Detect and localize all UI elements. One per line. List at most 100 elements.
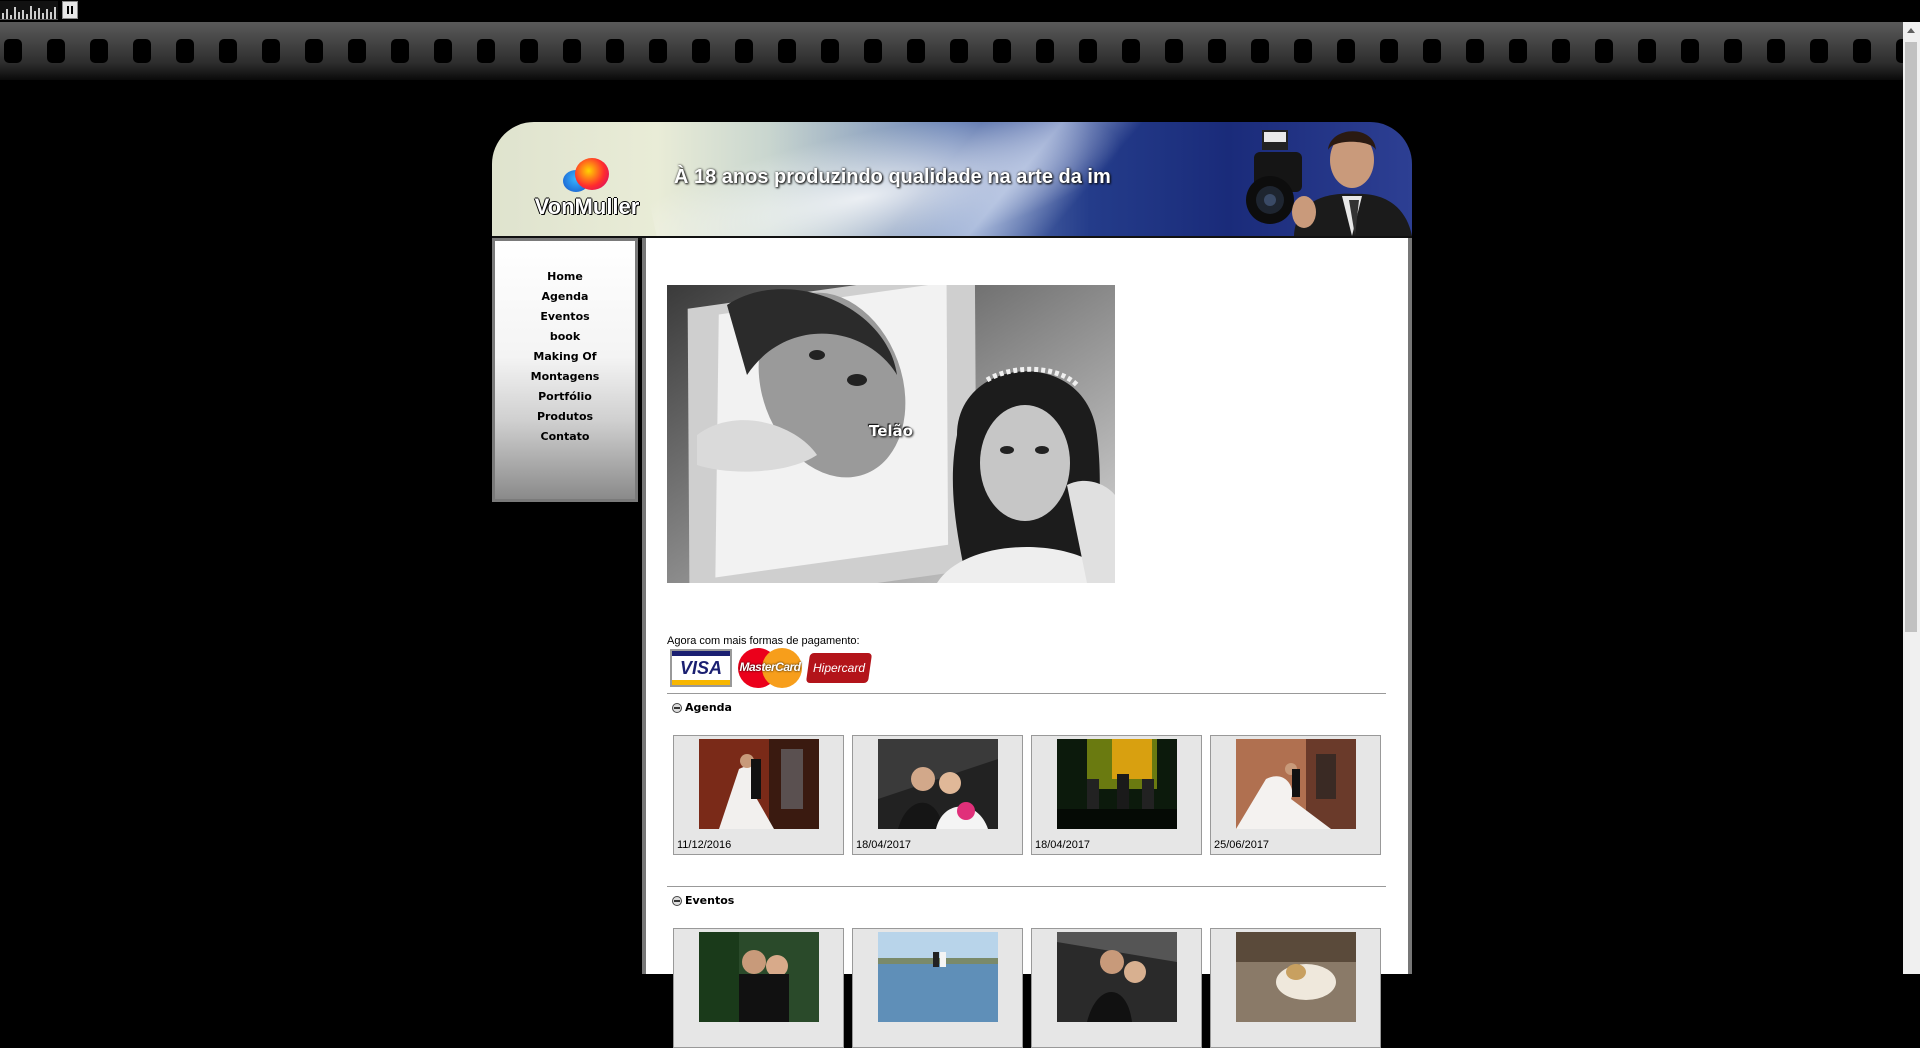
nav-item-book[interactable]: book: [495, 327, 635, 347]
film-hole: [1380, 39, 1398, 63]
film-hole: [1423, 39, 1441, 63]
payment-text: Agora com mais formas de pagamento:: [667, 635, 860, 647]
event-date: 25/06/2017: [1214, 839, 1270, 851]
nav-item-montagens[interactable]: Montagens: [495, 367, 635, 387]
site-header: VonMuller À 18 anos produzindo qualidade…: [492, 122, 1412, 240]
film-hole: [176, 39, 194, 63]
film-hole: [778, 39, 796, 63]
film-hole: [1509, 39, 1527, 63]
film-hole: [1466, 39, 1484, 63]
film-hole: [305, 39, 323, 63]
eventos-item[interactable]: [1031, 928, 1202, 1048]
divider: [667, 886, 1386, 887]
film-hole: [1294, 39, 1312, 63]
film-holes: [0, 39, 1908, 63]
film-hole: [649, 39, 667, 63]
collapse-icon: [672, 895, 682, 906]
film-hole: [1724, 39, 1742, 63]
music-player: [0, 0, 78, 20]
film-hole: [1595, 39, 1613, 63]
divider: [667, 693, 1386, 694]
slideshow-caption: Telão: [869, 422, 913, 440]
film-strip-banner: [0, 22, 1908, 80]
eventos-photo: [1236, 932, 1356, 1022]
film-hole: [1767, 39, 1785, 63]
film-hole: [1853, 39, 1871, 63]
photographer-image: [1246, 130, 1412, 236]
film-hole: [1208, 39, 1226, 63]
agenda-photo: [1236, 739, 1356, 829]
event-date: 11/12/2016: [677, 839, 732, 851]
agenda-item[interactable]: 18/04/2017: [1031, 735, 1202, 855]
mastercard-logo: MasterCard: [738, 648, 802, 688]
payment-cards: VISA MasterCard Hipercard: [670, 648, 873, 688]
film-hole: [1337, 39, 1355, 63]
main-content: Telão Agora com mais formas de pagamento…: [642, 238, 1412, 1048]
film-hole: [348, 39, 366, 63]
film-hole: [1079, 39, 1097, 63]
film-hole: [1810, 39, 1828, 63]
logo-text: VonMuller: [534, 194, 640, 219]
page-scrollbar[interactable]: [1903, 22, 1920, 974]
agenda-item[interactable]: 25/06/2017: [1210, 735, 1381, 855]
agenda-photo: [1057, 739, 1177, 829]
film-hole: [219, 39, 237, 63]
film-hole: [1036, 39, 1054, 63]
equalizer-icon: [0, 0, 58, 20]
section-title-agenda[interactable]: Agenda: [672, 701, 732, 714]
site-logo[interactable]: VonMuller: [522, 158, 652, 220]
eventos-photo: [1057, 932, 1177, 1022]
event-date: 18/04/2017: [1035, 839, 1091, 851]
collapse-icon: [672, 702, 682, 713]
section-title-eventos[interactable]: Eventos: [672, 894, 734, 907]
film-hole: [563, 39, 581, 63]
film-hole: [821, 39, 839, 63]
agenda-photo: [878, 739, 998, 829]
left-navigation: Home Agenda Eventos book Making Of Monta…: [492, 238, 638, 502]
film-hole: [1165, 39, 1183, 63]
film-hole: [735, 39, 753, 63]
nav-item-contato[interactable]: Contato: [495, 427, 635, 447]
film-hole: [1552, 39, 1570, 63]
eventos-grid: [673, 928, 1381, 1048]
eventos-item[interactable]: [673, 928, 844, 1048]
hipercard-logo: Hipercard: [805, 653, 873, 683]
film-hole: [47, 39, 65, 63]
pause-icon: [67, 6, 69, 14]
film-hole: [692, 39, 710, 63]
pause-button[interactable]: [62, 1, 78, 19]
nav-item-portfolio[interactable]: Portfólio: [495, 387, 635, 407]
scrollbar-thumb[interactable]: [1905, 42, 1917, 632]
film-hole: [477, 39, 495, 63]
agenda-item[interactable]: 18/04/2017: [852, 735, 1023, 855]
film-hole: [907, 39, 925, 63]
film-hole: [4, 39, 22, 63]
agenda-grid: 11/12/2016 18/04/2017 18/04/2017 25/06/2…: [673, 735, 1381, 855]
nav-item-home[interactable]: Home: [495, 267, 635, 287]
film-hole: [90, 39, 108, 63]
slideshow-image[interactable]: Telão: [667, 285, 1115, 583]
film-hole: [1251, 39, 1269, 63]
film-hole: [520, 39, 538, 63]
film-hole: [1681, 39, 1699, 63]
agenda-item[interactable]: 11/12/2016: [673, 735, 844, 855]
film-hole: [993, 39, 1011, 63]
eventos-photo: [699, 932, 819, 1022]
nav-item-agenda[interactable]: Agenda: [495, 287, 635, 307]
event-date: 18/04/2017: [856, 839, 912, 851]
visa-logo: VISA: [670, 649, 732, 687]
film-hole: [262, 39, 280, 63]
nav-item-eventos[interactable]: Eventos: [495, 307, 635, 327]
film-hole: [864, 39, 882, 63]
scroll-up-arrow-icon[interactable]: [1907, 28, 1915, 33]
film-hole: [1122, 39, 1140, 63]
film-hole: [606, 39, 624, 63]
film-hole: [1638, 39, 1656, 63]
eventos-item[interactable]: [1210, 928, 1381, 1048]
film-hole: [434, 39, 452, 63]
eventos-item[interactable]: [852, 928, 1023, 1048]
nav-item-making-of[interactable]: Making Of: [495, 347, 635, 367]
nav-item-produtos[interactable]: Produtos: [495, 407, 635, 427]
logo-mark-icon: [561, 158, 613, 192]
film-hole: [950, 39, 968, 63]
